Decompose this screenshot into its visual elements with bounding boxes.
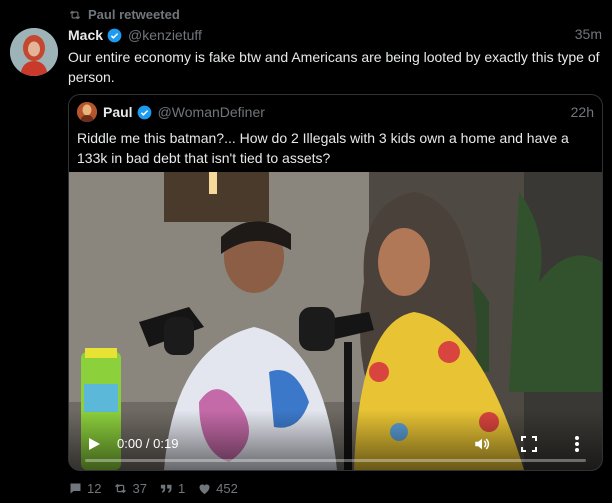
quote-icon (160, 484, 172, 493)
quoted-tweet-header: Paul @WomanDefiner 22h (77, 102, 594, 122)
quoted-avatar (77, 102, 97, 122)
video-controls: 0:00 / 0:19 (69, 410, 602, 470)
verified-icon (137, 105, 151, 119)
quoted-author-name: Paul (103, 104, 133, 120)
fullscreen-icon[interactable] (521, 436, 537, 452)
like-button[interactable]: 452 (197, 481, 238, 496)
reply-icon (70, 483, 81, 494)
retweet-icon (115, 483, 127, 494)
quoted-tweet[interactable]: Paul @WomanDefiner 22h Riddle me this ba… (68, 94, 603, 471)
retweet-count: 37 (132, 481, 147, 496)
tweet-time[interactable]: 35m (575, 26, 602, 42)
quote-count: 1 (177, 481, 186, 496)
like-count: 452 (216, 481, 238, 496)
play-icon[interactable] (87, 437, 101, 451)
retweet-button[interactable]: 37 (113, 481, 147, 496)
video-progress-bar[interactable] (85, 459, 586, 462)
author-handle[interactable]: @kenzietuff (128, 27, 202, 43)
reply-button[interactable]: 12 (68, 481, 101, 496)
tweet-actions: 12 37 1 452 (68, 481, 250, 496)
more-options-icon[interactable] (573, 435, 581, 453)
reply-count: 12 (87, 481, 102, 496)
tweet-header: Mack @kenzietuff 35m (68, 26, 602, 44)
retweet-label: Paul retweeted (88, 7, 180, 22)
avatar[interactable] (10, 28, 58, 76)
quoted-tweet-text: Riddle me this batman?... How do 2 Illeg… (77, 130, 569, 166)
heart-icon (199, 484, 210, 495)
volume-icon[interactable] (473, 435, 491, 453)
tweet-text: Our entire economy is fake btw and Ameri… (68, 49, 600, 85)
video-time: 0:00 / 0:19 (117, 436, 179, 451)
quoted-author-handle: @WomanDefiner (157, 104, 265, 120)
retweet-indicator: Paul retweeted (68, 7, 180, 22)
author-name[interactable]: Mack (68, 27, 103, 43)
verified-icon (107, 28, 122, 42)
video-player[interactable]: 0:00 / 0:19 (69, 172, 602, 470)
quoted-tweet-time: 22h (570, 104, 594, 120)
quote-button[interactable]: 1 (159, 481, 185, 496)
retweet-icon (69, 10, 81, 19)
